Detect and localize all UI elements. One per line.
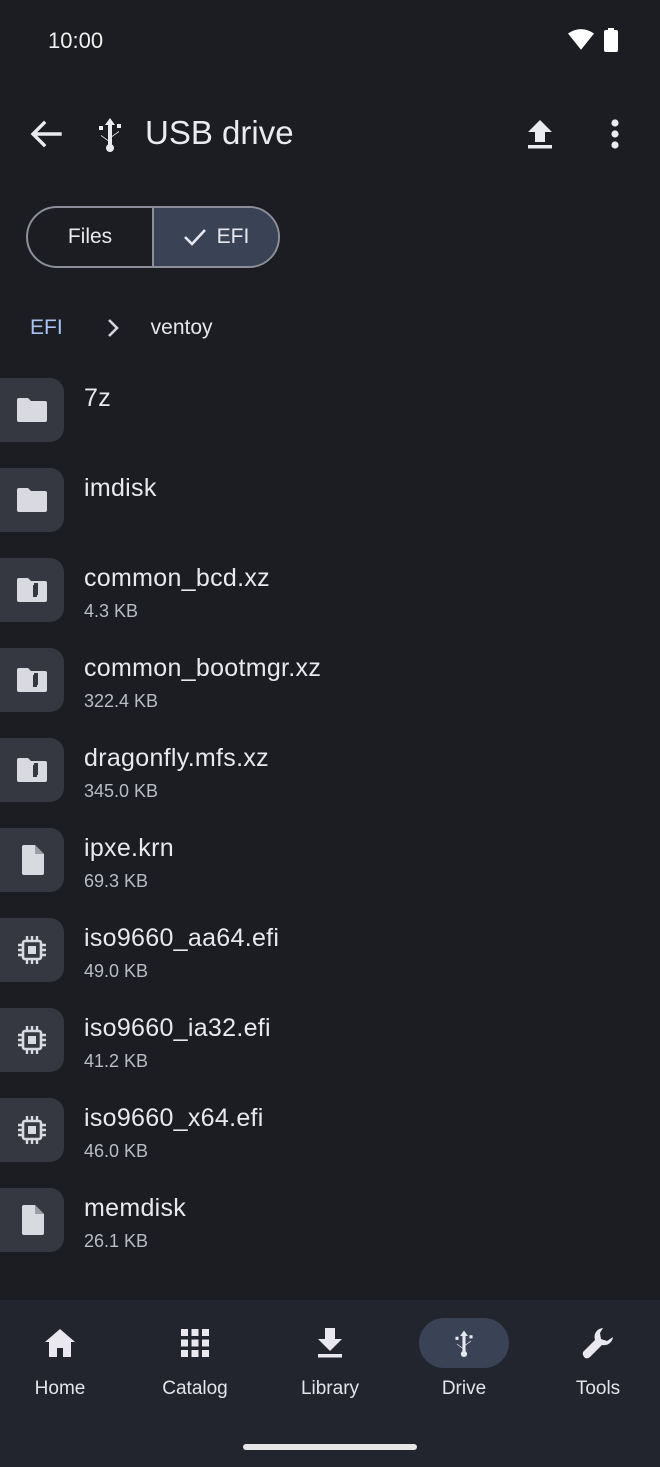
battery-icon [604, 28, 618, 52]
nav-catalog-label: Catalog [162, 1378, 228, 1399]
file-size: 41.2 KB [84, 1051, 149, 1071]
breadcrumb-root[interactable]: EFI [30, 316, 63, 340]
archive-file-icon [0, 558, 64, 622]
nav-library[interactable]: Library [264, 1318, 396, 1408]
list-item[interactable]: iso9660_aa64.efi 49.0 KB [0, 906, 660, 996]
chip-icon [0, 918, 64, 982]
nav-catalog[interactable]: Catalog [129, 1318, 261, 1408]
list-item[interactable]: imdisk [0, 456, 660, 546]
nav-tools[interactable]: Tools [532, 1318, 660, 1408]
archive-file-icon [0, 738, 64, 802]
download-icon [285, 1318, 375, 1368]
nav-home-label: Home [34, 1378, 86, 1399]
file-icon [0, 1188, 64, 1252]
list-item[interactable]: iso9660_x64.efi 46.0 KB [0, 1086, 660, 1176]
file-size: 46.0 KB [84, 1141, 149, 1161]
chip-icon [0, 1008, 64, 1072]
folder-icon [0, 378, 64, 442]
grid-icon [150, 1318, 240, 1368]
home-icon [15, 1318, 105, 1368]
archive-file-icon [0, 648, 64, 712]
file-size: 322.4 KB [84, 691, 159, 711]
gesture-bar[interactable] [243, 1444, 417, 1450]
usb-icon [419, 1318, 509, 1368]
file-name: memdisk [84, 1194, 187, 1222]
file-name: common_bcd.xz [84, 564, 270, 592]
file-name: iso9660_ia32.efi [84, 1014, 271, 1042]
file-name: ipxe.krn [84, 834, 174, 862]
file-size: 49.0 KB [84, 961, 149, 981]
file-size: 69.3 KB [84, 871, 149, 891]
nav-drive-label: Drive [441, 1378, 487, 1399]
breadcrumb: EFI ventoy [30, 310, 213, 346]
file-name: 7z [84, 384, 112, 412]
list-item[interactable]: ipxe.krn 69.3 KB [0, 816, 660, 906]
segment-efi[interactable]: EFI [152, 208, 278, 266]
segment-files-label: Files [67, 225, 113, 248]
file-size: 4.3 KB [84, 601, 139, 621]
file-name: dragonfly.mfs.xz [84, 744, 269, 772]
file-name: iso9660_x64.efi [84, 1104, 264, 1132]
list-item[interactable]: common_bcd.xz 4.3 KB [0, 546, 660, 636]
file-icon [0, 828, 64, 892]
segment-efi-label: EFI [216, 225, 250, 248]
file-name: common_bootmgr.xz [84, 654, 322, 682]
page-title: USB drive [145, 114, 294, 151]
source-segmented-control: Files EFI [26, 206, 280, 268]
list-item[interactable]: memdisk 26.1 KB [0, 1176, 660, 1266]
bottom-navigation: Home Catalog Library Drive Tools [0, 1300, 660, 1467]
wrench-icon [553, 1318, 643, 1368]
folder-icon [0, 468, 64, 532]
list-item[interactable]: iso9660_ia32.efi 41.2 KB [0, 996, 660, 1086]
list-item[interactable]: 7z [0, 366, 660, 456]
check-icon [183, 229, 206, 246]
nav-tools-label: Tools [575, 1378, 621, 1399]
file-name: imdisk [84, 474, 157, 502]
more-options-button[interactable] [598, 114, 632, 154]
file-size: 26.1 KB [84, 1231, 149, 1251]
back-button[interactable] [26, 114, 66, 154]
file-list: 7z imdisk common_bcd.xz 4.3 KB common_bo… [0, 366, 660, 1266]
segment-files[interactable]: Files [28, 208, 152, 266]
status-icons [568, 28, 618, 52]
list-item[interactable]: dragonfly.mfs.xz 345.0 KB [0, 726, 660, 816]
list-item[interactable]: common_bootmgr.xz 322.4 KB [0, 636, 660, 726]
usb-icon [99, 118, 121, 152]
top-app-bar: USB drive [0, 90, 660, 180]
file-name: iso9660_aa64.efi [84, 924, 280, 952]
status-bar: 10:00 [0, 0, 660, 82]
nav-home[interactable]: Home [0, 1318, 126, 1408]
breadcrumb-current: ventoy [150, 316, 213, 339]
nav-drive[interactable]: Drive [398, 1318, 530, 1408]
status-time: 10:00 [48, 28, 104, 53]
chevron-right-icon [107, 319, 119, 337]
chip-icon [0, 1098, 64, 1162]
file-size: 345.0 KB [84, 781, 159, 801]
upload-button[interactable] [520, 114, 560, 154]
nav-library-label: Library [300, 1378, 360, 1399]
wifi-icon [568, 29, 594, 50]
